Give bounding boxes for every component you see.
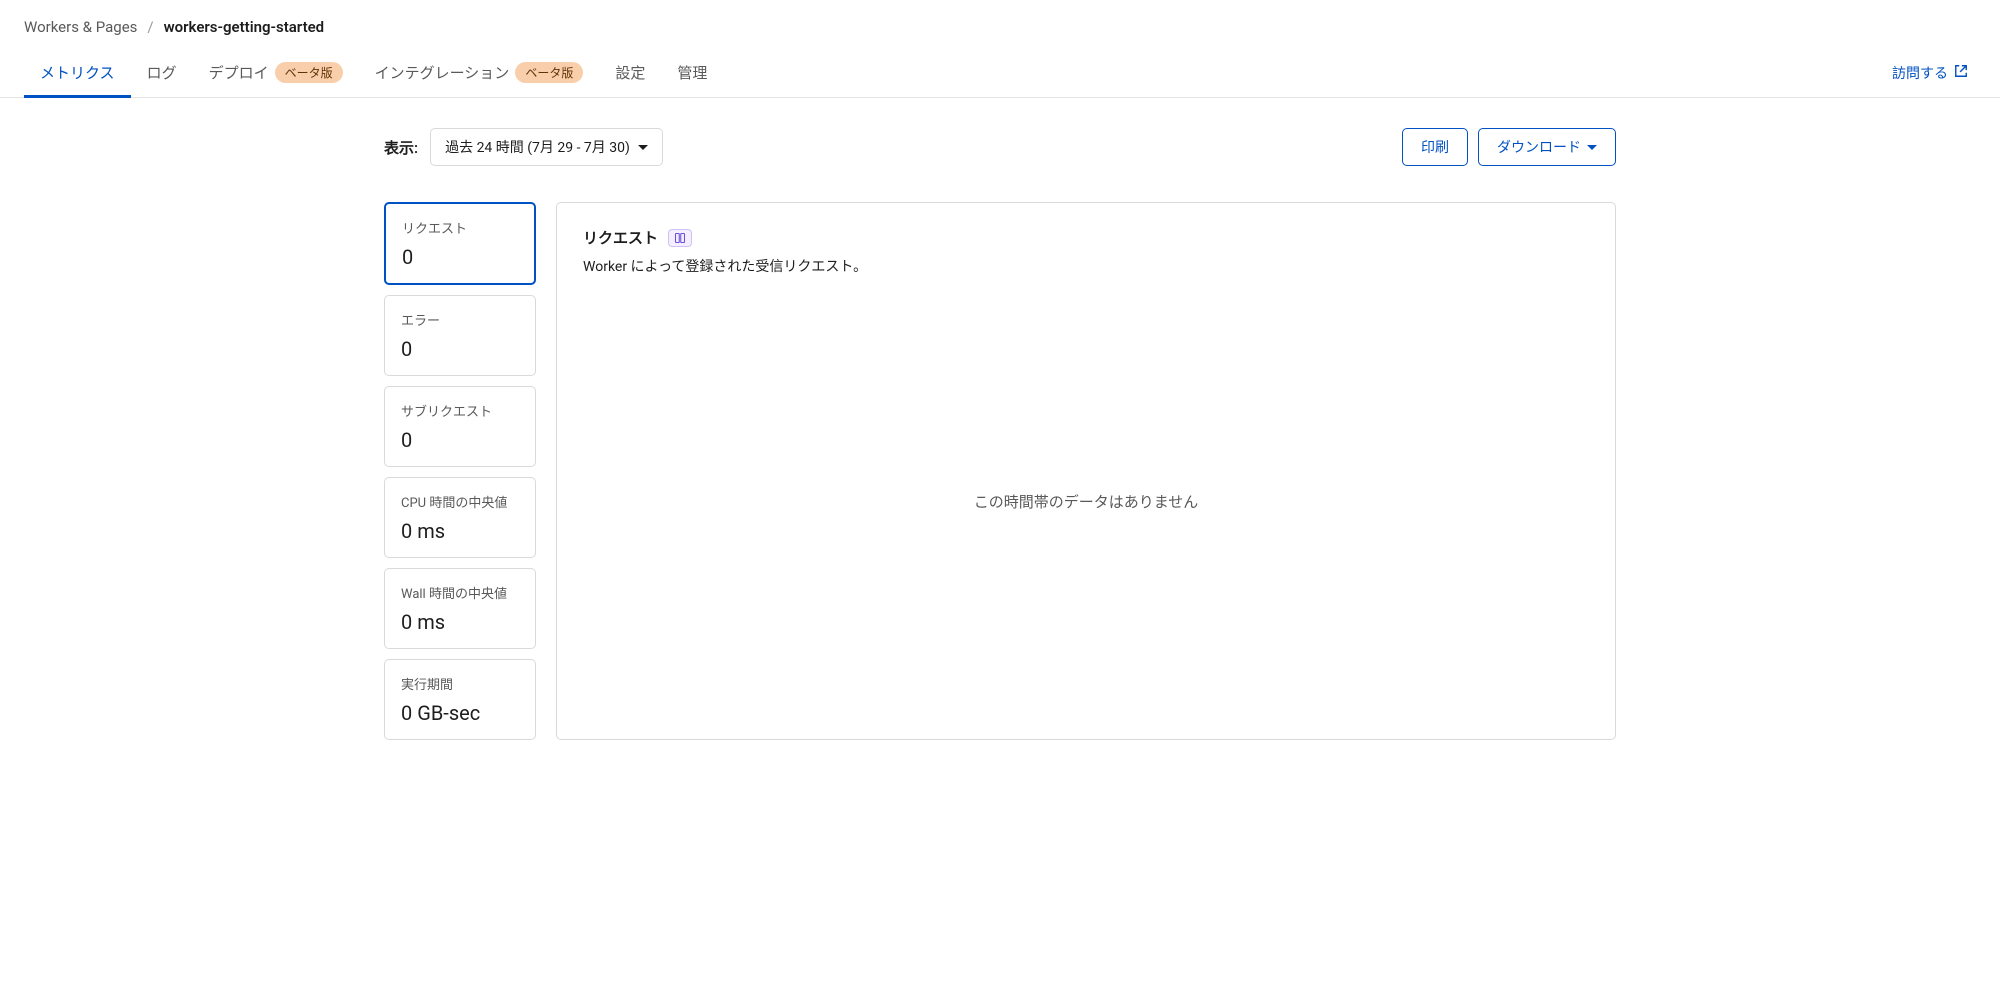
chart-empty-message: この時間帯のデータはありません — [974, 491, 1199, 512]
metric-card-value: 0 ms — [401, 610, 519, 634]
visit-button[interactable]: 訪問する — [1892, 63, 1976, 83]
tab-settings[interactable]: 設定 — [599, 48, 661, 97]
tab-manage[interactable]: 管理 — [661, 48, 723, 97]
metric-card-cpu-time[interactable]: CPU 時間の中央値 0 ms — [384, 477, 536, 558]
date-range-value: 過去 24 時間 (7月 29 - 7月 30) — [445, 137, 630, 157]
toolbar: 表示: 過去 24 時間 (7月 29 - 7月 30) 印刷 ダウンロード — [384, 128, 1616, 166]
download-button[interactable]: ダウンロード — [1478, 128, 1616, 166]
metric-card-wall-time[interactable]: Wall 時間の中央値 0 ms — [384, 568, 536, 649]
tab-label: デプロイ — [209, 62, 269, 83]
tabs-list: メトリクス ログ デプロイ ベータ版 インテグレーション ベータ版 設定 管理 — [24, 48, 723, 97]
chart-description: Worker によって登録された受信リクエスト。 — [583, 256, 1589, 276]
visit-label: 訪問する — [1892, 63, 1948, 83]
metric-card-label: Wall 時間の中央値 — [401, 583, 519, 602]
view-label: 表示: — [384, 137, 418, 158]
beta-badge: ベータ版 — [515, 62, 583, 83]
metric-card-label: 実行期間 — [401, 674, 519, 693]
metric-card-label: リクエスト — [402, 218, 518, 237]
tab-label: メトリクス — [40, 62, 115, 83]
chart-panel: リクエスト Worker によって登録された受信リクエスト。 この時間帯のデータ… — [556, 202, 1616, 740]
metric-card-label: エラー — [401, 310, 519, 329]
chart-header: リクエスト — [583, 227, 1589, 248]
tab-label: インテグレーション — [375, 62, 510, 83]
download-label: ダウンロード — [1497, 137, 1581, 157]
tab-label: 設定 — [615, 62, 645, 83]
metric-card-requests[interactable]: リクエスト 0 — [384, 202, 536, 285]
breadcrumb: Workers & Pages / workers-getting-starte… — [0, 0, 2000, 48]
external-link-icon — [1954, 64, 1968, 82]
toolbar-left: 表示: 過去 24 時間 (7月 29 - 7月 30) — [384, 128, 663, 166]
chart-title: リクエスト — [583, 227, 658, 248]
tab-deploy[interactable]: デプロイ ベータ版 — [193, 48, 359, 97]
tab-integration[interactable]: インテグレーション ベータ版 — [359, 48, 600, 97]
breadcrumb-parent-link[interactable]: Workers & Pages — [24, 18, 137, 36]
date-range-selector[interactable]: 過去 24 時間 (7月 29 - 7月 30) — [430, 128, 663, 166]
metric-card-subrequests[interactable]: サブリクエスト 0 — [384, 386, 536, 467]
metrics-area: リクエスト 0 エラー 0 サブリクエスト 0 CPU 時間の中央値 0 ms … — [384, 202, 1616, 740]
chevron-down-icon — [638, 145, 648, 150]
breadcrumb-current: workers-getting-started — [164, 18, 325, 36]
print-button[interactable]: 印刷 — [1402, 128, 1468, 166]
tab-metrics[interactable]: メトリクス — [24, 48, 131, 97]
breadcrumb-separator: / — [147, 18, 153, 36]
metric-card-value: 0 — [401, 337, 519, 361]
metric-card-label: CPU 時間の中央値 — [401, 492, 519, 511]
tab-label: ログ — [147, 62, 177, 83]
metric-card-duration[interactable]: 実行期間 0 GB-sec — [384, 659, 536, 740]
tab-label: 管理 — [677, 62, 707, 83]
metric-cards-list: リクエスト 0 エラー 0 サブリクエスト 0 CPU 時間の中央値 0 ms … — [384, 202, 536, 740]
metric-card-value: 0 ms — [401, 519, 519, 543]
metric-card-label: サブリクエスト — [401, 401, 519, 420]
metric-card-errors[interactable]: エラー 0 — [384, 295, 536, 376]
tab-logs[interactable]: ログ — [131, 48, 193, 97]
beta-badge: ベータ版 — [275, 62, 343, 83]
tabs-bar: メトリクス ログ デプロイ ベータ版 インテグレーション ベータ版 設定 管理 … — [0, 48, 2000, 98]
chart-info-icon[interactable] — [668, 229, 692, 247]
print-label: 印刷 — [1421, 137, 1449, 157]
content-area: 表示: 過去 24 時間 (7月 29 - 7月 30) 印刷 ダウンロード リ… — [360, 98, 1640, 770]
toolbar-right: 印刷 ダウンロード — [1402, 128, 1616, 166]
metric-card-value: 0 GB-sec — [401, 701, 519, 725]
chart-body: この時間帯のデータはありません — [583, 288, 1589, 715]
metric-card-value: 0 — [402, 245, 518, 269]
chevron-down-icon — [1587, 145, 1597, 150]
metric-card-value: 0 — [401, 428, 519, 452]
